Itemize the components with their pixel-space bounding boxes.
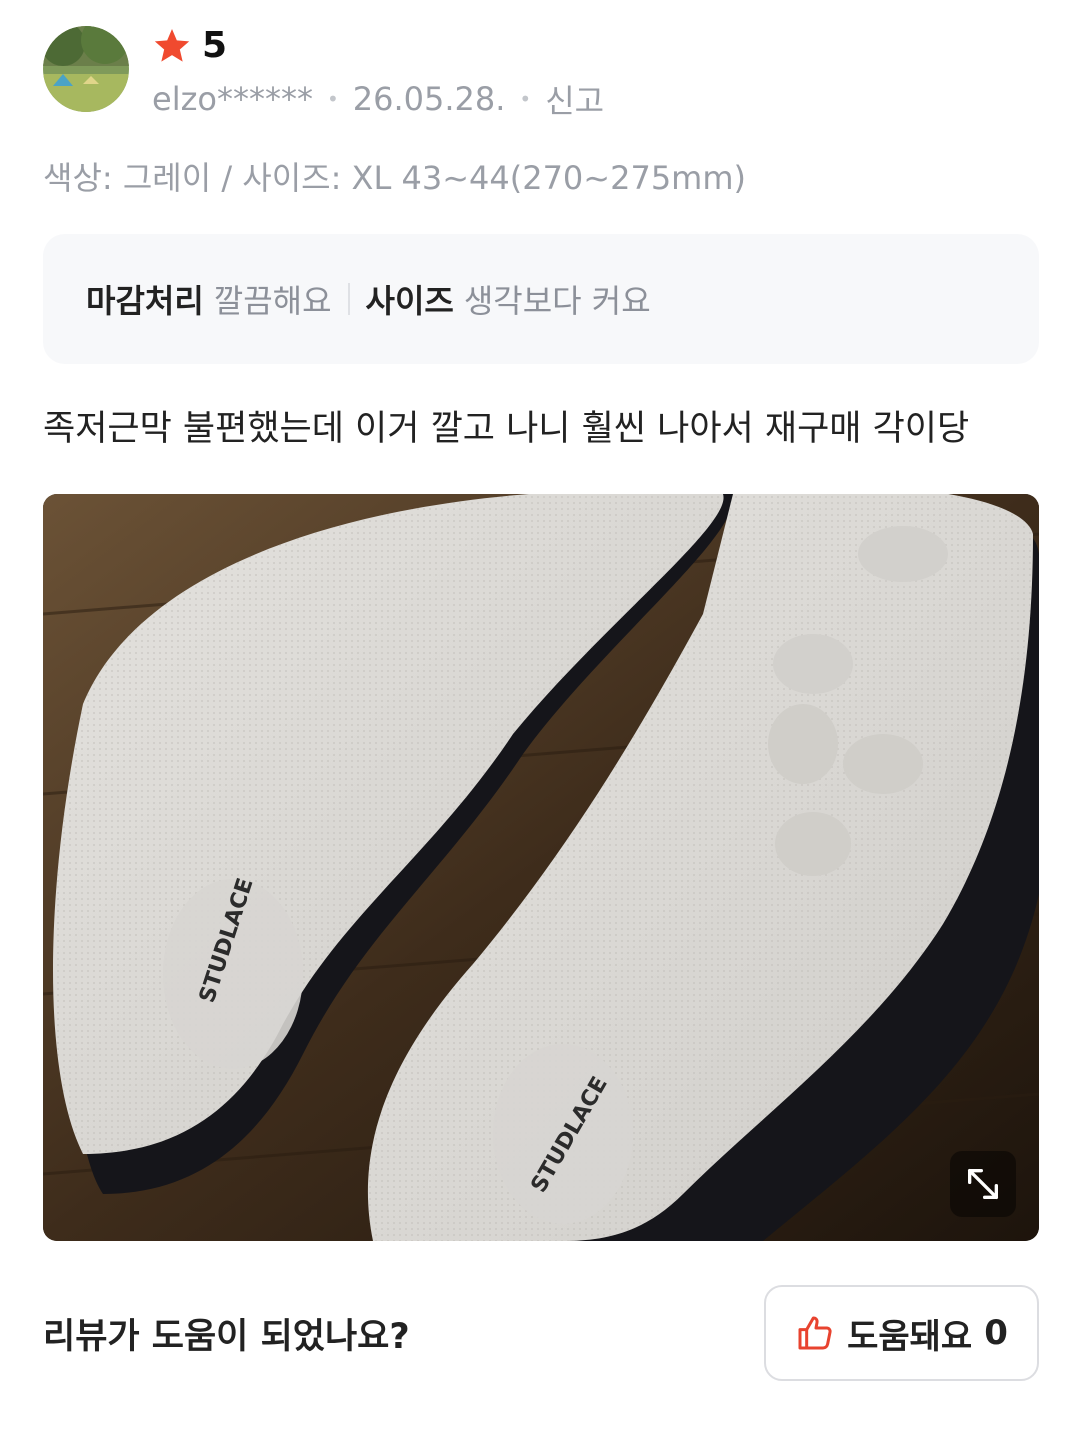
separator-dot: • (519, 87, 532, 111)
tag-key: 마감처리 (86, 282, 204, 320)
helpful-label: 도움돼요 (847, 1316, 973, 1357)
review-photo[interactable]: STUDLACE STUDLACE (43, 494, 1039, 1241)
thumbs-up-icon (798, 1316, 832, 1350)
rating-score: 5 (202, 25, 228, 66)
user-avatar[interactable] (43, 26, 129, 112)
tag-key: 사이즈 (365, 282, 454, 320)
review-tags: 마감처리 깔끔해요 사이즈 생각보다 커요 (43, 234, 1039, 364)
tag-value: 깔끔해요 (213, 282, 332, 320)
helpful-button[interactable]: 도움돼요 0 (764, 1285, 1039, 1381)
tag-value: 생각보다 커요 (463, 282, 651, 320)
helpful-question: 리뷰가 도움이 되었나요? (43, 1317, 410, 1357)
expand-arrows-icon (968, 1169, 998, 1199)
username: elzo****** (152, 80, 313, 118)
report-link[interactable]: 신고 (545, 76, 604, 122)
tag-divider (347, 283, 350, 315)
separator-dot: • (326, 87, 339, 111)
star-icon (154, 29, 190, 62)
review-body: 족저근막 불편했는데 이거 깔고 나니 훨씬 나아서 재구매 각이당 (43, 409, 970, 449)
expand-photo-button[interactable] (950, 1151, 1016, 1217)
review-header: 5 elzo****** • 26.05.28. • 신고 (43, 26, 1043, 120)
purchase-option: 색상: 그레이 / 사이즈: XL 43~44(270~275mm) (43, 159, 747, 197)
helpful-count: 0 (984, 1313, 1008, 1353)
rating: 5 (152, 26, 227, 66)
review-date: 26.05.28. (352, 80, 506, 118)
review-meta: elzo****** • 26.05.28. • 신고 (152, 76, 604, 122)
